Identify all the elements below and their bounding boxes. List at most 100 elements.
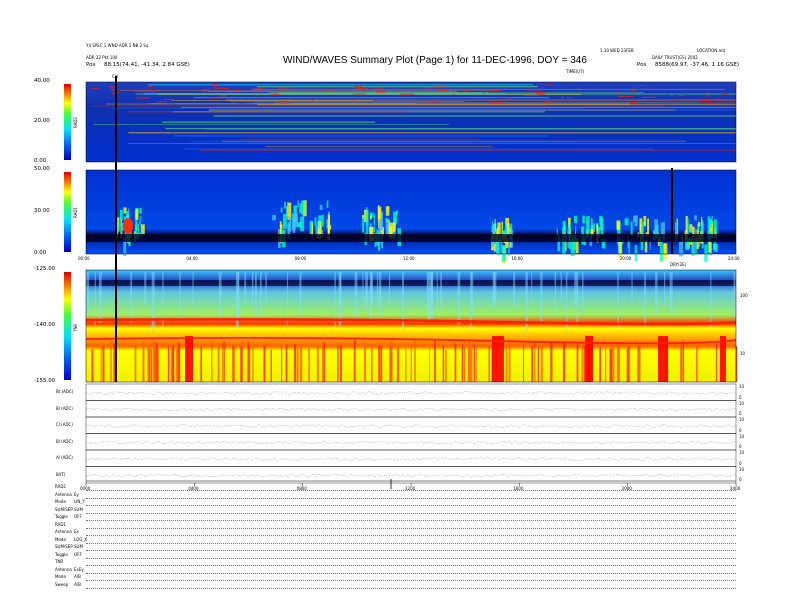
footer-key: Mode	[55, 499, 66, 504]
strip-right-tick: 10	[739, 417, 745, 422]
x-right-label: DRY(2E)	[670, 262, 687, 267]
footer-row-line	[86, 512, 736, 514]
footer-value: SUM	[74, 506, 83, 512]
strip-label: Cl (ADC)	[56, 422, 73, 428]
header-right-top2: LOCATION ant	[697, 48, 726, 53]
footer-row-line	[86, 565, 736, 566]
strip-right-tick: 10	[739, 384, 745, 389]
footer-row-line	[86, 572, 736, 574]
pos-left-value: 88.15(74.41, -41.34, 2.84 GSE)	[104, 62, 190, 68]
strip-right-tick: 10	[739, 433, 745, 439]
x-tick-label: 00:00	[78, 256, 90, 261]
strip-label: Bl(T)	[56, 471, 66, 477]
strip-label: Bt (ADC)	[56, 389, 74, 395]
y-tick-label: -140.00	[34, 322, 56, 328]
footer-key: TNR	[55, 559, 64, 564]
strip-label: Al (ADC)	[56, 455, 73, 461]
footer-value: A/B	[74, 581, 81, 587]
tnr-colorbar	[64, 272, 71, 380]
footer-key: Toggle	[55, 514, 68, 519]
strip-right-tick: 10	[739, 400, 745, 406]
footer-key: SUM/SEP	[55, 506, 73, 512]
footer-key: Antenna	[55, 529, 72, 534]
footer-row-line	[86, 497, 736, 499]
footer-value: LIN_Y	[74, 499, 85, 504]
strip-label: Bl (ADC)	[56, 438, 73, 444]
footer-row-line	[86, 527, 736, 529]
panel-ylabel: TNR	[73, 323, 78, 332]
footer-key: SUM/SEP	[55, 544, 73, 549]
strip-right-tick: 0	[739, 427, 742, 433]
header-line2-left: ADR 22 Pkt 100	[86, 55, 118, 60]
footer-row-line	[86, 542, 736, 544]
footer-key: Antenna	[55, 566, 72, 572]
tnr-right-tick: 100	[740, 293, 748, 298]
rad2-colorbar	[64, 84, 71, 160]
x-tick-label: 20:00	[619, 256, 632, 261]
footer-key: Mode	[55, 574, 66, 579]
footer-value: Ex	[74, 529, 79, 534]
footer-key: Sweep	[55, 581, 69, 587]
swe-strips	[85, 383, 737, 486]
footer-row-line	[86, 557, 736, 559]
strip-right-tick: 10	[739, 466, 745, 472]
footer-value: SUM	[74, 544, 83, 549]
footer-value: LOG_X	[74, 536, 88, 542]
strip-right-tick: 0	[739, 394, 742, 400]
header-line1-left: Y4 SPEC 1 WND ADR 1 NB 2 Sa	[86, 43, 149, 48]
pos-right-label: Pos	[637, 62, 647, 68]
x-tick-label: 12:00	[403, 256, 415, 261]
y-tick-label: -125.00	[34, 266, 56, 272]
y-tick-label: 20.00	[34, 118, 50, 124]
footer-value: OFF	[74, 514, 82, 519]
header-right-top: 1.10 WED 23FEB	[600, 48, 634, 53]
footer-row-line	[86, 505, 736, 506]
footer-value: OFF	[74, 551, 82, 557]
tnr-panel	[85, 269, 738, 383]
cal-label: Cal	[112, 74, 119, 79]
footer-value: A/B	[74, 574, 81, 579]
footer-key: Mode	[55, 536, 66, 542]
footer-key: Toggle	[55, 551, 68, 557]
footer-row-line	[86, 550, 736, 551]
y-tick-label: 0.00	[34, 158, 47, 164]
y-tick-label: 0.00	[34, 250, 47, 256]
pos-left-label: Pos	[86, 62, 96, 68]
footer-value: ExEy	[74, 566, 84, 572]
y-tick-label: 40.00	[34, 78, 50, 84]
footer-row-line	[86, 580, 736, 581]
footer-key: RAD2	[55, 484, 66, 489]
x-tick-label: 04:00	[186, 256, 198, 261]
strip-row	[85, 383, 737, 401]
footer-row-line	[86, 587, 736, 589]
strip-row	[85, 400, 737, 418]
rad2-panel	[85, 81, 737, 163]
time-center-label: TIME(UT)	[566, 69, 585, 74]
y-tick-label: 50.00	[34, 166, 50, 172]
x-tick-label: 24:00	[728, 256, 740, 261]
strip-right-tick: 0	[739, 411, 742, 416]
pos-right-value: 8588(69.97, -37.46, 1.16 GSE)	[655, 62, 739, 68]
footer-row-line	[86, 520, 736, 521]
footer-key: Antenna	[55, 491, 72, 497]
strip-right-tick: 0	[739, 477, 742, 482]
tnr-right-tick: 10	[740, 351, 746, 356]
footer-key: RAD1	[55, 521, 66, 527]
strip-label: Bl (ADC)	[56, 405, 73, 411]
header-right-line2: DAILY TRUST(GS) 2002	[652, 55, 698, 60]
strip-row	[85, 433, 737, 451]
strip-right-tick: 10	[739, 450, 745, 455]
y-tick-label: 30.00	[34, 208, 50, 214]
rad1-panel	[85, 169, 737, 265]
footer-row-line	[86, 535, 736, 536]
strip-right-tick: 0	[739, 444, 742, 449]
strip-row	[85, 416, 737, 434]
strip-right-tick: 0	[739, 460, 742, 466]
strip-row	[85, 449, 737, 467]
page-title: WIND/WAVES Summary Plot (Page 1) for 11-…	[283, 55, 587, 66]
x-tick-label: 08:00	[294, 256, 307, 261]
footer-row-line	[86, 490, 736, 491]
panel-ylabel: RAD2	[73, 117, 78, 128]
panel-ylabel: RAD1	[73, 207, 78, 218]
x-tick-label: 16:00	[511, 256, 523, 261]
